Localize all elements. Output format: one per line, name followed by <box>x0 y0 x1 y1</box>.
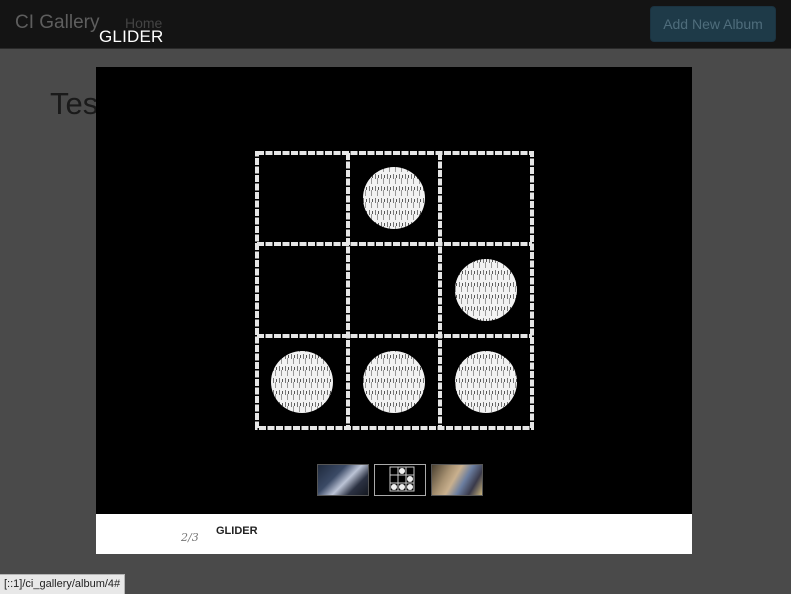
glider-thumbnail-icon <box>389 466 415 492</box>
brand-link[interactable]: CI Gallery <box>15 12 99 34</box>
lightbox-image[interactable] <box>254 150 535 431</box>
thumbnail-3[interactable] <box>431 464 483 496</box>
add-new-album-button[interactable]: Add New Album <box>650 6 776 42</box>
browser-status-bar: [::1]/ci_gallery/album/4# <box>0 574 126 594</box>
lightbox-title: GLIDER <box>99 27 164 46</box>
lightbox-image-frame <box>96 67 692 514</box>
page-heading: Tes <box>50 86 99 121</box>
image-counter: 2/3 <box>181 531 199 544</box>
image-caption: GLIDER <box>216 525 258 537</box>
thumbnail-1[interactable] <box>317 464 369 496</box>
lightbox-caption-bar: 2/3 GLIDER <box>96 514 692 554</box>
thumbnail-strip <box>317 464 483 496</box>
thumbnail-2-glider[interactable] <box>374 464 426 496</box>
